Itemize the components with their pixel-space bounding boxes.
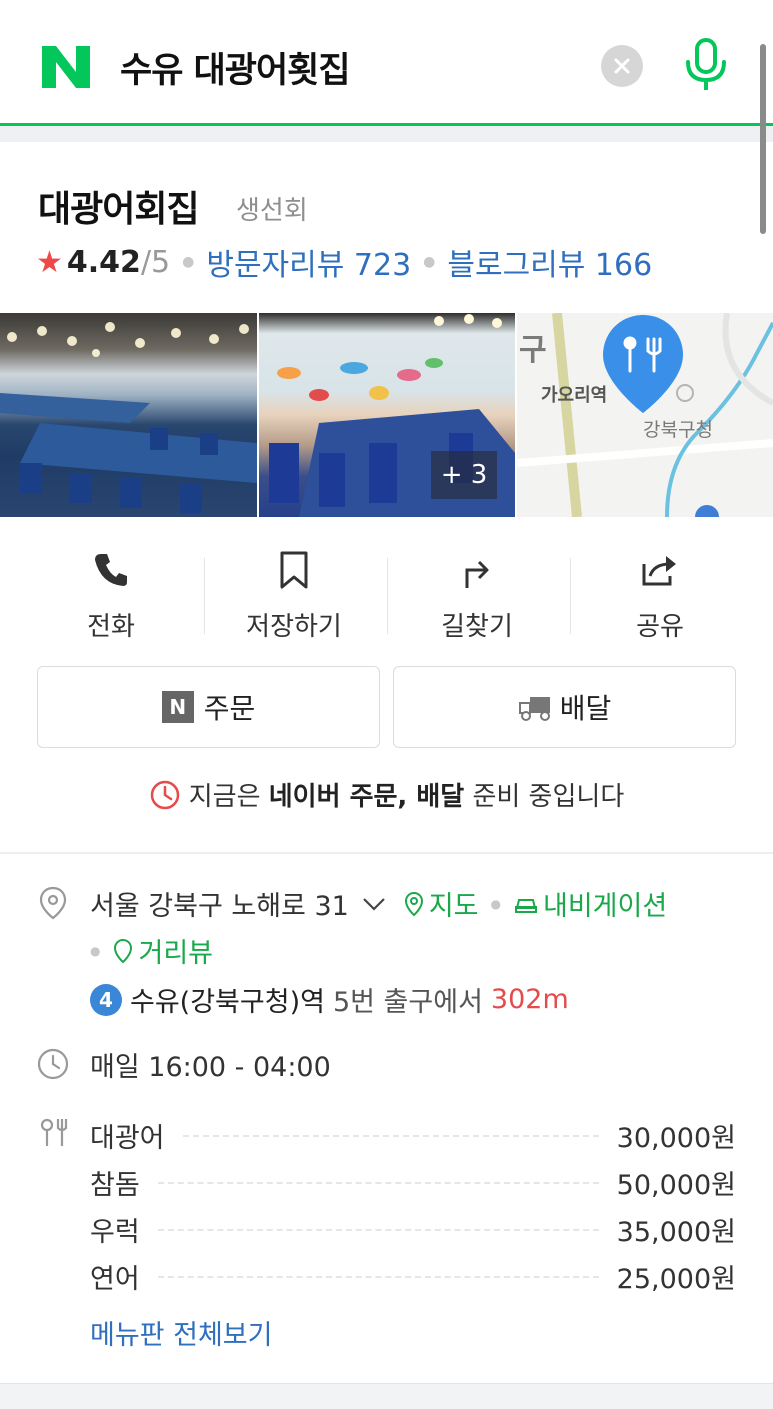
directions-label: 길찾기 <box>441 612 513 642</box>
notice-bold: 네이버 주문, 배달 <box>268 782 465 812</box>
street-view-link[interactable]: 거리뷰 <box>138 931 213 970</box>
menu-list: 대광어 30,000원 참돔 50,000원 우럭 35,000원 연어 25,… <box>90 1112 736 1300</box>
directions-button[interactable]: 길찾기 <box>386 550 568 642</box>
naver-logo[interactable] <box>40 44 92 90</box>
menu-item[interactable]: 대광어 30,000원 <box>90 1112 736 1159</box>
subway-line-badge: 4 <box>90 983 122 1016</box>
place-name: 대광어회집 <box>38 189 200 230</box>
notice-prefix: 지금은 <box>188 782 261 812</box>
section-divider <box>0 126 773 142</box>
map-label-station: 가오리역 <box>541 385 608 406</box>
clock-icon <box>37 1048 69 1080</box>
naver-n-icon: N <box>161 691 194 723</box>
separator-dot: ● <box>182 254 195 270</box>
menu-item[interactable]: 연어 25,000원 <box>90 1253 736 1300</box>
save-label: 저장하기 <box>246 612 342 642</box>
search-bar: 수유 대광어횟집 <box>0 0 773 124</box>
delivery-label: 배달 <box>559 692 612 725</box>
microphone-icon <box>686 38 726 90</box>
more-photos-badge[interactable]: + 3 <box>431 451 497 499</box>
address-text[interactable]: 서울 강북구 노해로 31 <box>90 884 349 923</box>
address-row: 서울 강북구 노해로 31 지도 ● 내비게이션 <box>90 884 667 923</box>
scrollbar[interactable] <box>760 44 766 234</box>
call-label: 전화 <box>87 612 135 642</box>
menu-item-price: 25,000원 <box>616 1264 736 1295</box>
separator-dot: ● <box>490 896 501 911</box>
action-bar: 전화 저장하기 길찾기 공유 <box>0 550 773 642</box>
menu-item[interactable]: 참돔 50,000원 <box>90 1159 736 1206</box>
business-hours[interactable]: 매일 16:00 - 04:00 <box>90 1045 331 1084</box>
blog-reviews-link[interactable]: 블로그리뷰 166 <box>447 240 652 284</box>
menu-item-price: 50,000원 <box>616 1170 736 1201</box>
restaurant-photo-1[interactable] <box>0 313 257 517</box>
order-label: 주문 <box>203 692 256 725</box>
chevron-down-icon[interactable] <box>361 894 387 914</box>
rating-row: ★ 4.42 /5 ● 방문자리뷰 723 ● 블로그리뷰 166 <box>36 240 652 284</box>
separator-dot: ● <box>423 254 436 270</box>
menu-item-name: 우럭 <box>90 1217 140 1248</box>
subway-distance: 302m <box>490 984 569 1015</box>
subway-station: 수유(강북구청)역 <box>130 987 325 1018</box>
section-divider <box>0 852 773 854</box>
menu-item-price: 35,000원 <box>616 1217 736 1248</box>
subway-row: 4 수유(강북구청)역 5번 출구에서 302m <box>90 980 569 1019</box>
voice-search-button[interactable] <box>680 36 732 94</box>
order-status-notice: 지금은 네이버 주문, 배달 준비 중입니다 <box>0 776 773 813</box>
address-row-2: ● 거리뷰 <box>90 931 213 970</box>
street-view-pin-icon <box>114 938 133 963</box>
map-pin-icon <box>404 891 423 916</box>
menu-leader-line <box>157 1181 599 1184</box>
view-full-menu-link[interactable]: 메뉴판 전체보기 <box>90 1313 272 1352</box>
menu-item-name: 연어 <box>90 1264 140 1295</box>
dining-hall-image <box>0 322 257 513</box>
naver-order-button[interactable]: N 주문 <box>37 666 380 748</box>
location-pin-icon <box>39 886 67 920</box>
directions-icon <box>465 560 489 588</box>
car-navigation-icon <box>515 898 537 913</box>
map-label-gu: 구 <box>519 333 547 368</box>
close-icon <box>614 58 630 74</box>
navigation-link[interactable]: 내비게이션 <box>543 884 667 923</box>
rating-max: /5 <box>140 244 171 280</box>
menu-leader-line <box>182 1134 599 1137</box>
star-icon: ★ <box>36 244 63 280</box>
delivery-truck-icon <box>518 697 550 721</box>
menu-utensils-icon <box>40 1118 68 1146</box>
share-button[interactable]: 공유 <box>569 550 751 642</box>
search-input[interactable]: 수유 대광어횟집 <box>120 42 351 93</box>
save-button[interactable]: 저장하기 <box>203 550 385 642</box>
place-category: 생선회 <box>236 196 308 226</box>
notice-suffix: 준비 중입니다 <box>472 782 625 812</box>
delivery-button[interactable]: 배달 <box>393 666 736 748</box>
bookmark-icon <box>280 551 308 589</box>
menu-leader-line <box>157 1275 599 1278</box>
phone-icon <box>95 554 127 586</box>
menu-item[interactable]: 우럭 35,000원 <box>90 1206 736 1253</box>
subway-exit: 5번 출구에서 <box>332 987 483 1018</box>
section-divider <box>0 1383 773 1409</box>
share-label: 공유 <box>636 612 684 642</box>
visitor-reviews-link[interactable]: 방문자리뷰 723 <box>206 240 411 284</box>
separator-dot: ● <box>90 943 101 958</box>
location-map-thumbnail[interactable]: 구 가오리역 강북구청 <box>517 313 773 517</box>
map-label-district-office: 강북구청 <box>643 419 713 441</box>
rating-score: 4.42 <box>66 244 141 280</box>
clock-icon <box>150 780 179 809</box>
restaurant-photo-2[interactable]: + 3 <box>259 313 515 517</box>
map-link[interactable]: 지도 <box>429 884 479 923</box>
clear-search-button[interactable] <box>601 45 643 87</box>
menu-item-name: 참돔 <box>90 1170 140 1201</box>
call-button[interactable]: 전화 <box>20 550 202 642</box>
share-icon <box>642 556 676 586</box>
menu-item-price: 30,000원 <box>616 1123 736 1154</box>
menu-leader-line <box>157 1228 599 1231</box>
menu-item-name: 대광어 <box>90 1123 165 1154</box>
